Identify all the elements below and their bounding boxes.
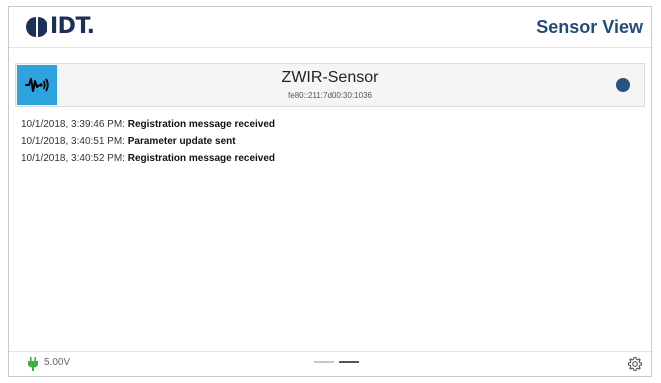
sensor-address: fe80::211:7d00:30:1036 — [288, 91, 372, 100]
sensor-row[interactable]: ZWIR-Sensor fe80::211:7d00:30:1036 — [15, 63, 645, 107]
page-indicator[interactable] — [314, 361, 359, 363]
app-window: IDT. Sensor View ZWIR-Sensor fe80::211:7… — [8, 6, 652, 377]
event-log: 10/1/2018, 3:39:46 PM: Registration mess… — [21, 116, 275, 167]
idt-logo: IDT. — [25, 14, 95, 39]
voltage-readout: 5.00V — [44, 357, 71, 368]
log-timestamp: 10/1/2018, 3:40:51 PM: — [21, 136, 125, 147]
page-dot-1[interactable] — [314, 361, 334, 363]
log-message: Parameter update sent — [127, 136, 236, 147]
log-entry: 10/1/2018, 3:40:51 PM: Parameter update … — [21, 133, 275, 150]
gear-icon[interactable] — [627, 356, 643, 372]
log-timestamp: 10/1/2018, 3:39:46 PM: — [21, 119, 125, 130]
log-entry: 10/1/2018, 3:40:52 PM: Registration mess… — [21, 150, 275, 167]
status-indicator — [616, 78, 630, 92]
log-message: Registration message received — [127, 119, 276, 130]
log-entry: 10/1/2018, 3:39:46 PM: Registration mess… — [21, 116, 275, 133]
plug-icon — [28, 357, 38, 371]
page-dot-2[interactable] — [339, 361, 359, 363]
footer-bar: 5.00V — [9, 351, 651, 376]
log-message: Registration message received — [127, 153, 276, 164]
logo-text: IDT. — [50, 14, 95, 39]
header-bar: IDT. Sensor View — [9, 7, 651, 48]
sensor-name: ZWIR-Sensor — [281, 69, 379, 86]
idt-logo-icon — [26, 17, 47, 37]
page-title: Sensor View — [536, 17, 643, 37]
log-timestamp: 10/1/2018, 3:40:52 PM: — [21, 153, 125, 164]
